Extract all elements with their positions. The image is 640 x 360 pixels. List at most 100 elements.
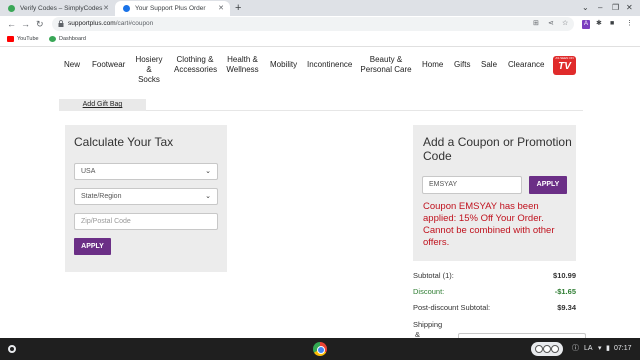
reload-icon[interactable]: ↻: [36, 18, 44, 30]
nav-new[interactable]: New: [64, 60, 80, 70]
extension-a-icon[interactable]: A: [582, 20, 590, 29]
browser-tab-strip: Verify Codes – SimplyCodes ✕ Your Suppor…: [0, 0, 640, 16]
bookmark-youtube[interactable]: YouTube: [7, 32, 39, 46]
logo-tv-text: TV: [558, 61, 571, 72]
add-gift-bag-link[interactable]: Add Gift Bag: [59, 99, 146, 111]
country-value: USA: [81, 168, 96, 175]
new-tab-button[interactable]: +: [235, 1, 241, 15]
coupon-title-line: Add a Coupon or Promotion: [423, 135, 572, 149]
nav-label: Gifts: [454, 60, 471, 69]
discount-label: Discount:: [413, 287, 445, 296]
launcher-icon[interactable]: [8, 345, 16, 353]
menu-dots-icon[interactable]: ⋮: [626, 19, 633, 29]
coupon-panel-title: Add a Coupon or Promotion Code: [423, 135, 572, 163]
subtotal-value: $10.99: [553, 271, 576, 280]
coupon-code-value: EMSYAY: [429, 181, 458, 188]
as-seen-on-tv-logo[interactable]: AS SEEN ON TV: [553, 56, 576, 75]
nav-clothing-accessories[interactable]: Clothing & Accessories: [174, 55, 218, 75]
forward-arrow-icon[interactable]: →: [21, 18, 30, 30]
dashboard-icon: [49, 36, 56, 42]
bookmark-star-icon[interactable]: ☆: [562, 19, 568, 29]
close-window-icon[interactable]: ✕: [626, 2, 633, 14]
url-domain: supportplus.com: [68, 20, 116, 27]
minimize-icon[interactable]: –: [598, 2, 602, 14]
browser-toolbar: ← → ↻ supportplus.com/cart#coupon ⊞ ⋖ ☆ …: [0, 16, 640, 32]
zip-placeholder: Zip/Postal Code: [81, 218, 131, 225]
tab-simplycodes[interactable]: Verify Codes – SimplyCodes ✕: [0, 1, 115, 16]
coupon-apply-button[interactable]: APPLY: [529, 176, 567, 194]
nav-label: & Socks: [138, 65, 160, 84]
nav-label: Footwear: [92, 60, 126, 69]
coupon-applied-message: Coupon EMSYAY has been applied: 15% Off …: [423, 201, 555, 248]
tax-apply-button[interactable]: APPLY: [74, 238, 111, 255]
bookmark-label: Dashboard: [59, 36, 86, 42]
profile-icon[interactable]: ■: [610, 19, 614, 29]
nav-label: Beauty &: [369, 55, 403, 64]
bookmarks-bar: YouTube Dashboard: [0, 32, 640, 47]
url-path: /cart#coupon: [115, 20, 154, 27]
chrome-icon[interactable]: [313, 342, 327, 356]
nav-label: New: [64, 60, 81, 69]
extensions-puzzle-icon[interactable]: ✱: [596, 19, 602, 29]
nav-label: Clearance: [508, 60, 545, 69]
discount-value: -$1.65: [554, 287, 576, 296]
nav-clearance[interactable]: Clearance: [508, 60, 544, 70]
translate-icon[interactable]: ⊞: [533, 19, 539, 29]
url-text: supportplus.com/cart#coupon: [68, 17, 153, 31]
shipping-label-line: Shipping: [413, 320, 443, 329]
subtotal-label: Subtotal (1):: [413, 271, 454, 280]
tab-title: Your Support Plus Order: [135, 5, 206, 12]
tray-dot-icon: [551, 345, 559, 353]
nav-gifts[interactable]: Gifts: [454, 60, 470, 70]
bookmark-dashboard[interactable]: Dashboard: [49, 32, 86, 46]
restore-icon[interactable]: ❐: [612, 2, 619, 14]
nav-label: Accessories: [174, 65, 218, 74]
chevron-down-icon: ⌄: [205, 168, 211, 175]
nav-sale[interactable]: Sale: [481, 60, 497, 70]
bookmark-label: YouTube: [17, 36, 39, 42]
nav-home[interactable]: Home: [422, 60, 443, 70]
coupon-title-line: Code: [423, 149, 452, 163]
post-discount-value: $9.34: [557, 303, 576, 312]
nav-label: Clothing &: [176, 55, 214, 64]
tab-title: Verify Codes – SimplyCodes: [20, 5, 103, 12]
nav-hosiery-socks[interactable]: Hosiery & Socks: [135, 55, 163, 85]
system-shelf: ⓘ LA ▾ ▮ 07:17: [0, 338, 640, 360]
close-tab-icon[interactable]: ✕: [218, 1, 224, 16]
state-placeholder: State/Region: [81, 193, 122, 200]
chevron-down-icon: ⌄: [205, 193, 211, 200]
tab-support-plus-order[interactable]: Your Support Plus Order ✕: [115, 1, 230, 16]
country-select[interactable]: USA ⌄: [74, 163, 218, 180]
nav-incontinence[interactable]: Incontinence: [307, 60, 352, 70]
nav-beauty-personal-care[interactable]: Beauty & Personal Care: [360, 55, 412, 75]
back-arrow-icon[interactable]: ←: [7, 18, 16, 30]
clock-time[interactable]: 07:17: [614, 343, 632, 355]
nav-label: Mobility: [270, 60, 298, 69]
tab-search-icon[interactable]: ⌄: [582, 2, 589, 14]
nav-label: Health &: [227, 55, 258, 64]
wifi-icon: ▾: [598, 345, 602, 352]
nav-footwear[interactable]: Footwear: [92, 60, 125, 70]
share-icon[interactable]: ⋖: [548, 19, 554, 29]
address-bar[interactable]: supportplus.com/cart#coupon ⊞ ⋖ ☆: [52, 17, 574, 31]
state-region-select[interactable]: State/Region ⌄: [74, 188, 218, 205]
shipping-label: Shipping &: [413, 320, 442, 340]
supportplus-favicon-icon: [123, 5, 130, 12]
nav-mobility[interactable]: Mobility: [270, 60, 297, 70]
battery-icon: ▮: [606, 345, 610, 352]
nav-health-wellness[interactable]: Health & Wellness: [226, 55, 259, 75]
simplycodes-favicon-icon: [8, 5, 15, 12]
coupon-code-input[interactable]: EMSYAY: [422, 176, 522, 194]
nav-label: Personal Care: [360, 65, 412, 74]
tray-pill[interactable]: [531, 342, 563, 356]
keyboard-layout[interactable]: LA: [584, 343, 593, 355]
zip-postal-code-input[interactable]: Zip/Postal Code: [74, 213, 218, 230]
post-discount-label: Post-discount Subtotal:: [413, 303, 491, 312]
nav-label: Wellness: [226, 65, 259, 74]
youtube-icon: [7, 36, 14, 42]
calculate-tax-panel: Calculate Your Tax USA ⌄ State/Region ⌄ …: [65, 125, 227, 272]
nav-label: Incontinence: [307, 60, 353, 69]
info-icon[interactable]: ⓘ: [572, 343, 579, 355]
tray-dot-icon: [535, 345, 543, 353]
close-tab-icon[interactable]: ✕: [103, 1, 109, 16]
